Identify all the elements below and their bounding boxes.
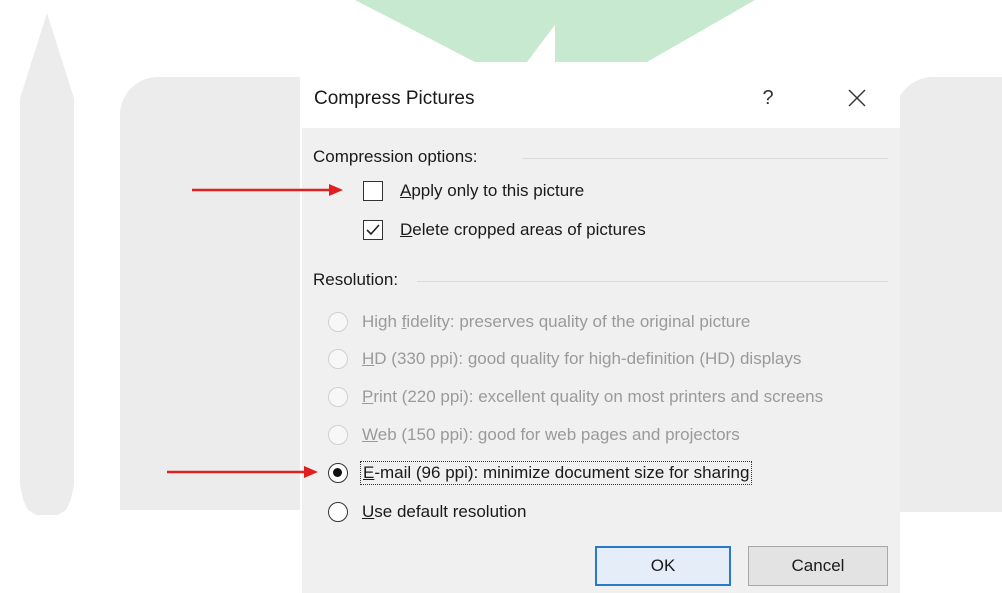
radio-email-96[interactable]: E-mail (96 ppi): minimize document size … [328, 461, 753, 485]
radio-print-220-label: Print (220 ppi): excellent quality on mo… [362, 387, 824, 406]
radio-default-resolution[interactable]: Use default resolution [328, 502, 526, 522]
red-arrow-icon [167, 466, 318, 478]
radio-email-96-label: E-mail (96 ppi): minimize document size … [359, 461, 753, 485]
compress-pictures-dialog: Compress Pictures ? Compression options:… [302, 68, 900, 593]
red-arrow-icon [192, 184, 343, 196]
radio-button[interactable] [328, 425, 348, 445]
radio-button[interactable] [328, 312, 348, 332]
radio-web-150-label: Web (150 ppi): good for web pages and pr… [362, 425, 740, 444]
dialog-titlebar: Compress Pictures ? [302, 68, 900, 128]
checkbox-box[interactable] [363, 181, 383, 201]
resolution-divider [417, 281, 888, 282]
radio-button[interactable] [328, 463, 348, 483]
apply-only-this-picture-label: Apply only to this picture [400, 181, 585, 200]
background-green-shape [355, 0, 755, 62]
compression-options-divider [522, 158, 888, 159]
compression-options-label: Compression options: [313, 147, 478, 166]
delete-cropped-areas-checkbox[interactable]: Delete cropped areas of pictures [363, 220, 646, 240]
checkmark-icon [366, 224, 380, 236]
radio-web-150[interactable]: Web (150 ppi): good for web pages and pr… [328, 425, 740, 445]
apply-only-this-picture-checkbox[interactable]: Apply only to this picture [363, 181, 584, 201]
radio-button[interactable] [328, 349, 348, 369]
checkbox-box[interactable] [363, 220, 383, 240]
background-pencil-shape [20, 13, 74, 515]
radio-hd-330-label: HD (330 ppi): good quality for high-defi… [362, 349, 802, 368]
resolution-label: Resolution: [313, 270, 399, 289]
background-right-block-shape [883, 125, 1002, 512]
radio-button[interactable] [328, 387, 348, 407]
radio-print-220[interactable]: Print (220 ppi): excellent quality on mo… [328, 387, 823, 407]
dialog-title: Compress Pictures [314, 88, 475, 109]
close-icon [848, 89, 866, 107]
radio-button[interactable] [328, 502, 348, 522]
background-left-bar-shape [120, 77, 300, 510]
radio-default-resolution-label: Use default resolution [362, 502, 527, 521]
help-button[interactable]: ? [754, 82, 782, 114]
radio-selected-dot [333, 468, 342, 477]
cancel-button[interactable]: Cancel [748, 546, 888, 586]
radio-hd-330[interactable]: HD (330 ppi): good quality for high-defi… [328, 349, 801, 369]
close-button[interactable] [840, 82, 874, 114]
radio-high-fidelity-label: High fidelity: preserves quality of the … [362, 312, 751, 331]
radio-high-fidelity[interactable]: High fidelity: preserves quality of the … [328, 312, 750, 332]
delete-cropped-areas-label: Delete cropped areas of pictures [400, 220, 646, 239]
ok-button[interactable]: OK [595, 546, 731, 586]
